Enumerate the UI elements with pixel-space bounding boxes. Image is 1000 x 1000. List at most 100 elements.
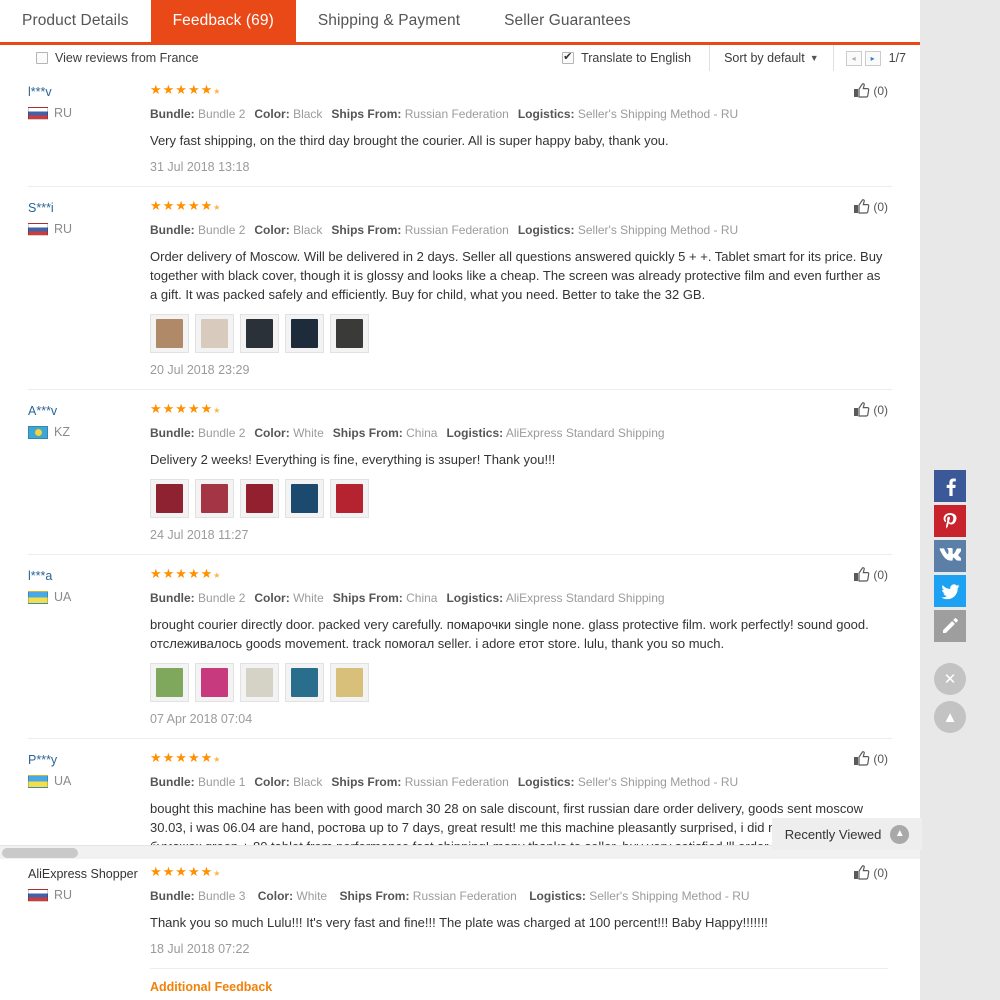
bundle-label: Bundle: <box>150 426 195 440</box>
review-photo-thumbnail[interactable] <box>285 663 324 702</box>
scrollbar-thumb[interactable] <box>2 848 78 858</box>
review-photo-thumbnail[interactable] <box>285 314 324 353</box>
country-code: RU <box>54 222 73 236</box>
translate-checkbox[interactable] <box>562 50 575 64</box>
recently-viewed-widget[interactable]: Recently Viewed ▲ <box>772 818 922 850</box>
helpful-count: (0) <box>873 865 888 880</box>
star-rating: ★★★★★★ <box>150 865 220 881</box>
view-reviews-filter[interactable]: View reviews from France <box>36 51 199 65</box>
review-header: ★★★★★★ (0) <box>150 199 888 215</box>
pinterest-share-button[interactable] <box>934 505 966 537</box>
additional-feedback: Additional Feedback Thank you so much Lu… <box>150 968 888 1000</box>
facebook-share-button[interactable] <box>934 470 966 502</box>
next-page-button[interactable]: ▸ <box>864 50 881 66</box>
close-share-button[interactable]: ✕ <box>934 663 966 695</box>
logistics-label: Logistics: <box>446 426 504 440</box>
feedback-page: Product Details Feedback (69) Shipping &… <box>0 0 1000 1000</box>
color-value: White <box>293 591 324 605</box>
review-attributes: Bundle: Bundle 2 Color: Black Ships From: … <box>150 222 888 238</box>
review-body: ★★★★★★ (0) Bundle: Bundle 2 Color: Black Shi… <box>150 199 892 389</box>
vk-icon <box>939 547 961 561</box>
ships-from-label: Ships From: <box>339 889 410 903</box>
color-value: Black <box>293 107 323 121</box>
reviewer-country: KZ <box>28 425 150 439</box>
sort-dropdown[interactable]: Sort by default ▼ <box>709 45 834 71</box>
helpful-button[interactable]: (0) <box>844 567 888 582</box>
reviewer-country: RU <box>28 222 150 236</box>
helpful-count: (0) <box>873 83 888 98</box>
review-photo-thumbnail[interactable] <box>330 314 369 353</box>
filter-bar: View reviews from France Translate to En… <box>0 45 920 71</box>
review-photo-thumbnail[interactable] <box>150 663 189 702</box>
reviewer-name[interactable]: AliExpress Shopper <box>28 867 150 881</box>
review-photo-thumbnail[interactable] <box>330 479 369 518</box>
star-partial-icon: ★ <box>213 571 221 580</box>
star-rating-value: ★★★★★ <box>150 864 214 879</box>
translate-filter[interactable]: Translate to English <box>562 50 691 65</box>
view-reviews-label: View reviews from France <box>55 51 199 65</box>
ships-from-value: Russian Federation <box>412 889 517 903</box>
tab-product-details[interactable]: Product Details <box>0 0 151 42</box>
star-partial-icon: ★ <box>213 755 221 764</box>
review-photo-thumbnail[interactable] <box>195 314 234 353</box>
review-photo-thumbnail[interactable] <box>195 479 234 518</box>
star-rating-value: ★★★★★ <box>150 401 214 416</box>
tab-shipping-payment[interactable]: Shipping & Payment <box>296 0 482 42</box>
review-attributes: Bundle: Bundle 2 Color: Black Ships From: … <box>150 106 888 122</box>
prev-page-button[interactable]: ◂ <box>845 50 862 66</box>
tab-label: Shipping & Payment <box>317 12 461 29</box>
helpful-count: (0) <box>873 402 888 417</box>
helpful-button[interactable]: (0) <box>844 865 888 880</box>
color-value: White <box>293 426 324 440</box>
color-value: White <box>296 889 328 903</box>
star-rating: ★★★★★★ <box>150 199 220 215</box>
helpful-button[interactable]: (0) <box>844 751 888 766</box>
review-photo-thumbnail[interactable] <box>195 663 234 702</box>
logistics-value: Seller's Shipping Method - RU <box>577 223 739 237</box>
helpful-button[interactable]: (0) <box>844 402 888 417</box>
country-code: RU <box>54 888 73 902</box>
review-photo-thumbnail[interactable] <box>240 479 279 518</box>
chevron-up-icon[interactable]: ▲ <box>890 824 910 844</box>
review-photo-thumbnail[interactable] <box>285 479 324 518</box>
reviewer-name[interactable]: S***i <box>28 201 150 215</box>
review-item: A***v KZ ★★★★★★ (0) Bundle: Bundle 2 Color: W… <box>28 390 892 555</box>
review-photo-thumbnail[interactable] <box>240 663 279 702</box>
review-photo-thumbnail[interactable] <box>240 314 279 353</box>
flag-ru-icon <box>28 222 48 236</box>
review-item: S***i RU ★★★★★★ (0) Bundle: Bundle 2 Color: B… <box>28 187 892 390</box>
review-photo-thumbnail[interactable] <box>150 479 189 518</box>
edit-share-button[interactable] <box>934 610 966 642</box>
page-indicator: 1/7 <box>888 51 906 65</box>
vk-share-button[interactable] <box>934 540 966 572</box>
reviewer-name[interactable]: A***v <box>28 404 150 418</box>
tab-feedback[interactable]: Feedback (69) <box>150 0 296 42</box>
reviewer-country: UA <box>28 774 150 788</box>
facebook-icon <box>946 478 956 496</box>
helpful-button[interactable]: (0) <box>844 199 888 214</box>
reviewer-name[interactable]: l***a <box>28 569 150 583</box>
reviews-panel[interactable]: l***v RU ★★★★★★ (0) Bundle: Bundle 2 Color: B… <box>0 71 920 845</box>
color-value: Black <box>293 775 323 789</box>
additional-feedback-title: Additional Feedback <box>150 980 273 994</box>
reviewer-name[interactable]: P***y <box>28 753 150 767</box>
view-reviews-checkbox[interactable] <box>36 52 48 64</box>
review-attributes: Bundle: Bundle 1 Color: Black Ships From: … <box>150 774 888 790</box>
thumbs-up-icon <box>854 865 870 880</box>
logistics-value: Seller's Shipping Method - RU <box>577 107 739 121</box>
review-header: ★★★★★★ (0) <box>150 83 888 99</box>
helpful-button[interactable]: (0) <box>844 83 888 98</box>
reviewer-info: l***v RU <box>28 83 150 186</box>
review-photo-thumbnail[interactable] <box>150 314 189 353</box>
tab-seller-guarantees[interactable]: Seller Guarantees <box>482 0 653 42</box>
twitter-share-button[interactable] <box>934 575 966 607</box>
scroll-to-top-button[interactable]: ▲ <box>934 701 966 733</box>
ships-from-label: Ships From: <box>331 223 402 237</box>
logistics-label: Logistics: <box>517 775 575 789</box>
recently-viewed-label: Recently Viewed <box>784 826 882 842</box>
pagination: ◂ ▸ 1/7 <box>834 50 920 66</box>
ships-from-label: Ships From: <box>332 591 403 605</box>
reviewer-name[interactable]: l***v <box>28 85 150 99</box>
review-photo-thumbnail[interactable] <box>330 663 369 702</box>
review-header: ★★★★★★ (0) <box>150 865 888 881</box>
